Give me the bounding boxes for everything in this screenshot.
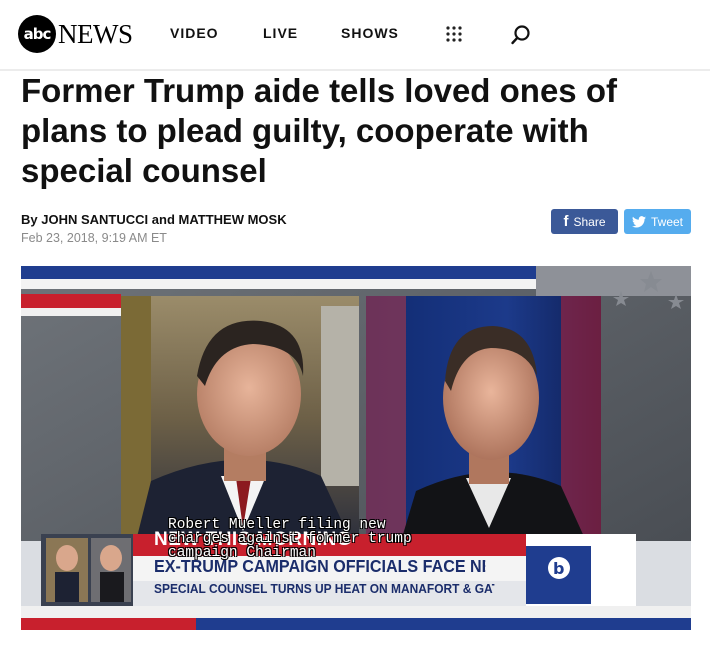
facebook-share-button[interactable]: f Share: [551, 209, 618, 234]
nav-item-shows[interactable]: SHOWS: [341, 25, 399, 41]
svg-text:b: b: [553, 559, 564, 578]
top-navigation-bar: abc NEWS VIDEO LIVE SHOWS: [0, 0, 710, 71]
article-headline: Former Trump aide tells loved ones of pl…: [21, 72, 617, 189]
byline-prefix: By: [21, 212, 38, 227]
closed-caption: Robert Mueller filing new charges agains…: [168, 517, 412, 561]
nav-item-video[interactable]: VIDEO: [170, 25, 219, 41]
nav-item-live[interactable]: LIVE: [263, 25, 298, 41]
logo-wordmark: NEWS: [58, 18, 133, 49]
facebook-share-label: Share: [573, 214, 606, 229]
byline: By JOHN SANTUCCI and MATTHEW MOSK: [21, 212, 287, 227]
search-icon[interactable]: [510, 24, 532, 46]
video-player[interactable]: b NEW THIS MORNING EX-TRUMP CAMPAIGN OFF…: [21, 266, 691, 641]
publish-date: Feb 23, 2018, 9:19 AM ET: [21, 231, 167, 245]
grid-dots-icon[interactable]: [445, 25, 463, 43]
logo-badge: abc: [18, 15, 56, 53]
facebook-icon: f: [563, 213, 569, 230]
byline-conjunction: and: [151, 212, 175, 227]
abc-news-logo[interactable]: abc NEWS: [18, 15, 133, 53]
author-link-1[interactable]: JOHN SANTUCCI: [41, 212, 148, 227]
lower-third-subheadline: SPECIAL COUNSEL TURNS UP HEAT ON MANAFOR…: [154, 581, 495, 596]
twitter-bird-icon: [631, 215, 646, 228]
twitter-share-label: Tweet: [650, 214, 683, 229]
author-link-2[interactable]: MATTHEW MOSK: [179, 212, 287, 227]
twitter-share-button[interactable]: Tweet: [624, 209, 691, 234]
